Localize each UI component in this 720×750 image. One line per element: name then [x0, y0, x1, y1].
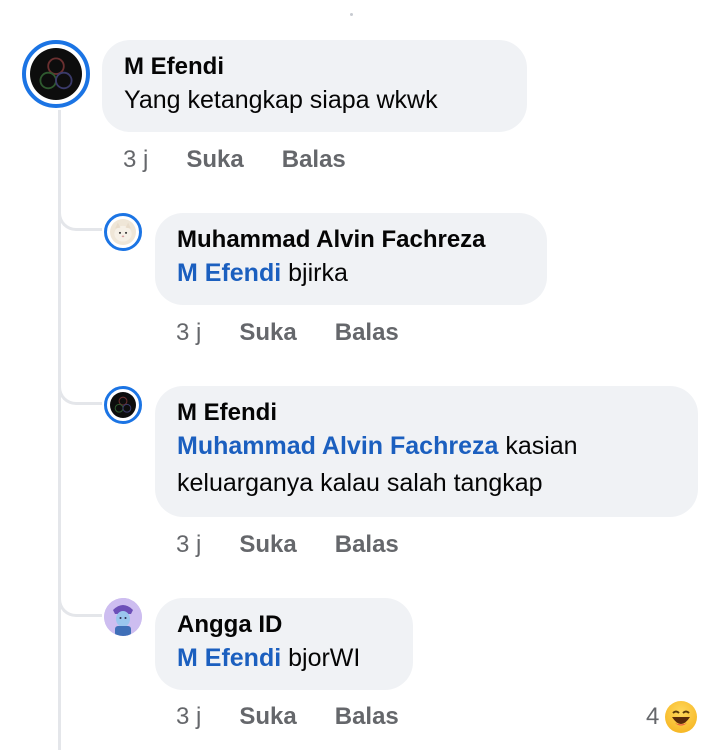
comment-bubble[interactable]: Angga ID M Efendi bjorWI: [155, 598, 413, 690]
thread-connector: [58, 377, 102, 405]
scroll-indicator-dot: [350, 13, 353, 16]
comment-actions: 3 j Suka Balas: [176, 318, 399, 348]
character-icon: [104, 598, 142, 636]
reply-button[interactable]: Balas: [282, 145, 346, 175]
reaction-summary[interactable]: 4: [646, 701, 698, 733]
thread-connector: [58, 589, 102, 617]
comment-text: Muhammad Alvin Fachreza kasian keluargany…: [177, 428, 676, 502]
comment-text: Yang ketangkap siapa wkwk: [124, 86, 438, 114]
avatar-image: [110, 219, 136, 245]
mention-link[interactable]: M Efendi: [177, 259, 281, 287]
comment-body: bjirka: [281, 259, 348, 287]
emblem-icon: [114, 396, 132, 413]
thread-connector: [58, 203, 102, 231]
comment-bubble[interactable]: M Efendi Yang ketangkap siapa wkwk: [102, 40, 527, 132]
avatar-image: [30, 48, 82, 100]
comment-actions: 3 j Suka Balas: [123, 145, 346, 175]
avatar-m-efendi[interactable]: [104, 386, 142, 424]
like-button[interactable]: Suka: [239, 530, 296, 560]
reaction-count: 4: [646, 703, 660, 730]
mention-link[interactable]: Muhammad Alvin Fachreza: [177, 432, 498, 460]
comment-time[interactable]: 3 j: [176, 702, 201, 732]
reply-button[interactable]: Balas: [335, 702, 399, 732]
comment-body: bjorWI: [281, 644, 361, 672]
cat-icon: [114, 222, 132, 242]
comment-author[interactable]: Muhammad Alvin Fachreza: [177, 225, 525, 255]
comment-author[interactable]: M Efendi: [124, 52, 505, 82]
like-button[interactable]: Suka: [239, 702, 296, 732]
like-button[interactable]: Suka: [239, 318, 296, 348]
avatar-angga-id[interactable]: [104, 598, 142, 636]
comment-body: kasian: [498, 432, 578, 460]
comment-time[interactable]: 3 j: [176, 530, 201, 560]
comment-text: M Efendi bjorWI: [177, 640, 391, 677]
avatar-image: [104, 598, 142, 636]
avatar-muhammad-alvin-fachreza[interactable]: [104, 213, 142, 251]
comment-text: M Efendi bjirka: [177, 255, 525, 292]
comment-bubble[interactable]: Muhammad Alvin Fachreza M Efendi bjirka: [155, 213, 547, 305]
comment-actions: 3 j Suka Balas: [176, 530, 399, 560]
laughing-emoji-icon: [665, 701, 698, 733]
avatar-image: [110, 392, 136, 418]
reply-button[interactable]: Balas: [335, 318, 399, 348]
comment-actions: 3 j Suka Balas: [176, 702, 399, 732]
comment-author[interactable]: M Efendi: [177, 398, 676, 428]
comment-thread: M Efendi Yang ketangkap siapa wkwk 3 j S…: [0, 0, 720, 750]
reply-button[interactable]: Balas: [335, 530, 399, 560]
like-button[interactable]: Suka: [186, 145, 243, 175]
comment-time[interactable]: 3 j: [176, 318, 201, 348]
emblem-icon: [39, 57, 73, 90]
comment-bubble[interactable]: M Efendi Muhammad Alvin Fachreza kasian k…: [155, 386, 698, 517]
comment-author[interactable]: Angga ID: [177, 610, 391, 640]
comment-body-line-2: keluarganya kalau salah tangkap: [177, 469, 543, 497]
comment-time[interactable]: 3 j: [123, 145, 148, 175]
avatar-m-efendi[interactable]: [22, 40, 90, 108]
mention-link[interactable]: M Efendi: [177, 644, 281, 672]
